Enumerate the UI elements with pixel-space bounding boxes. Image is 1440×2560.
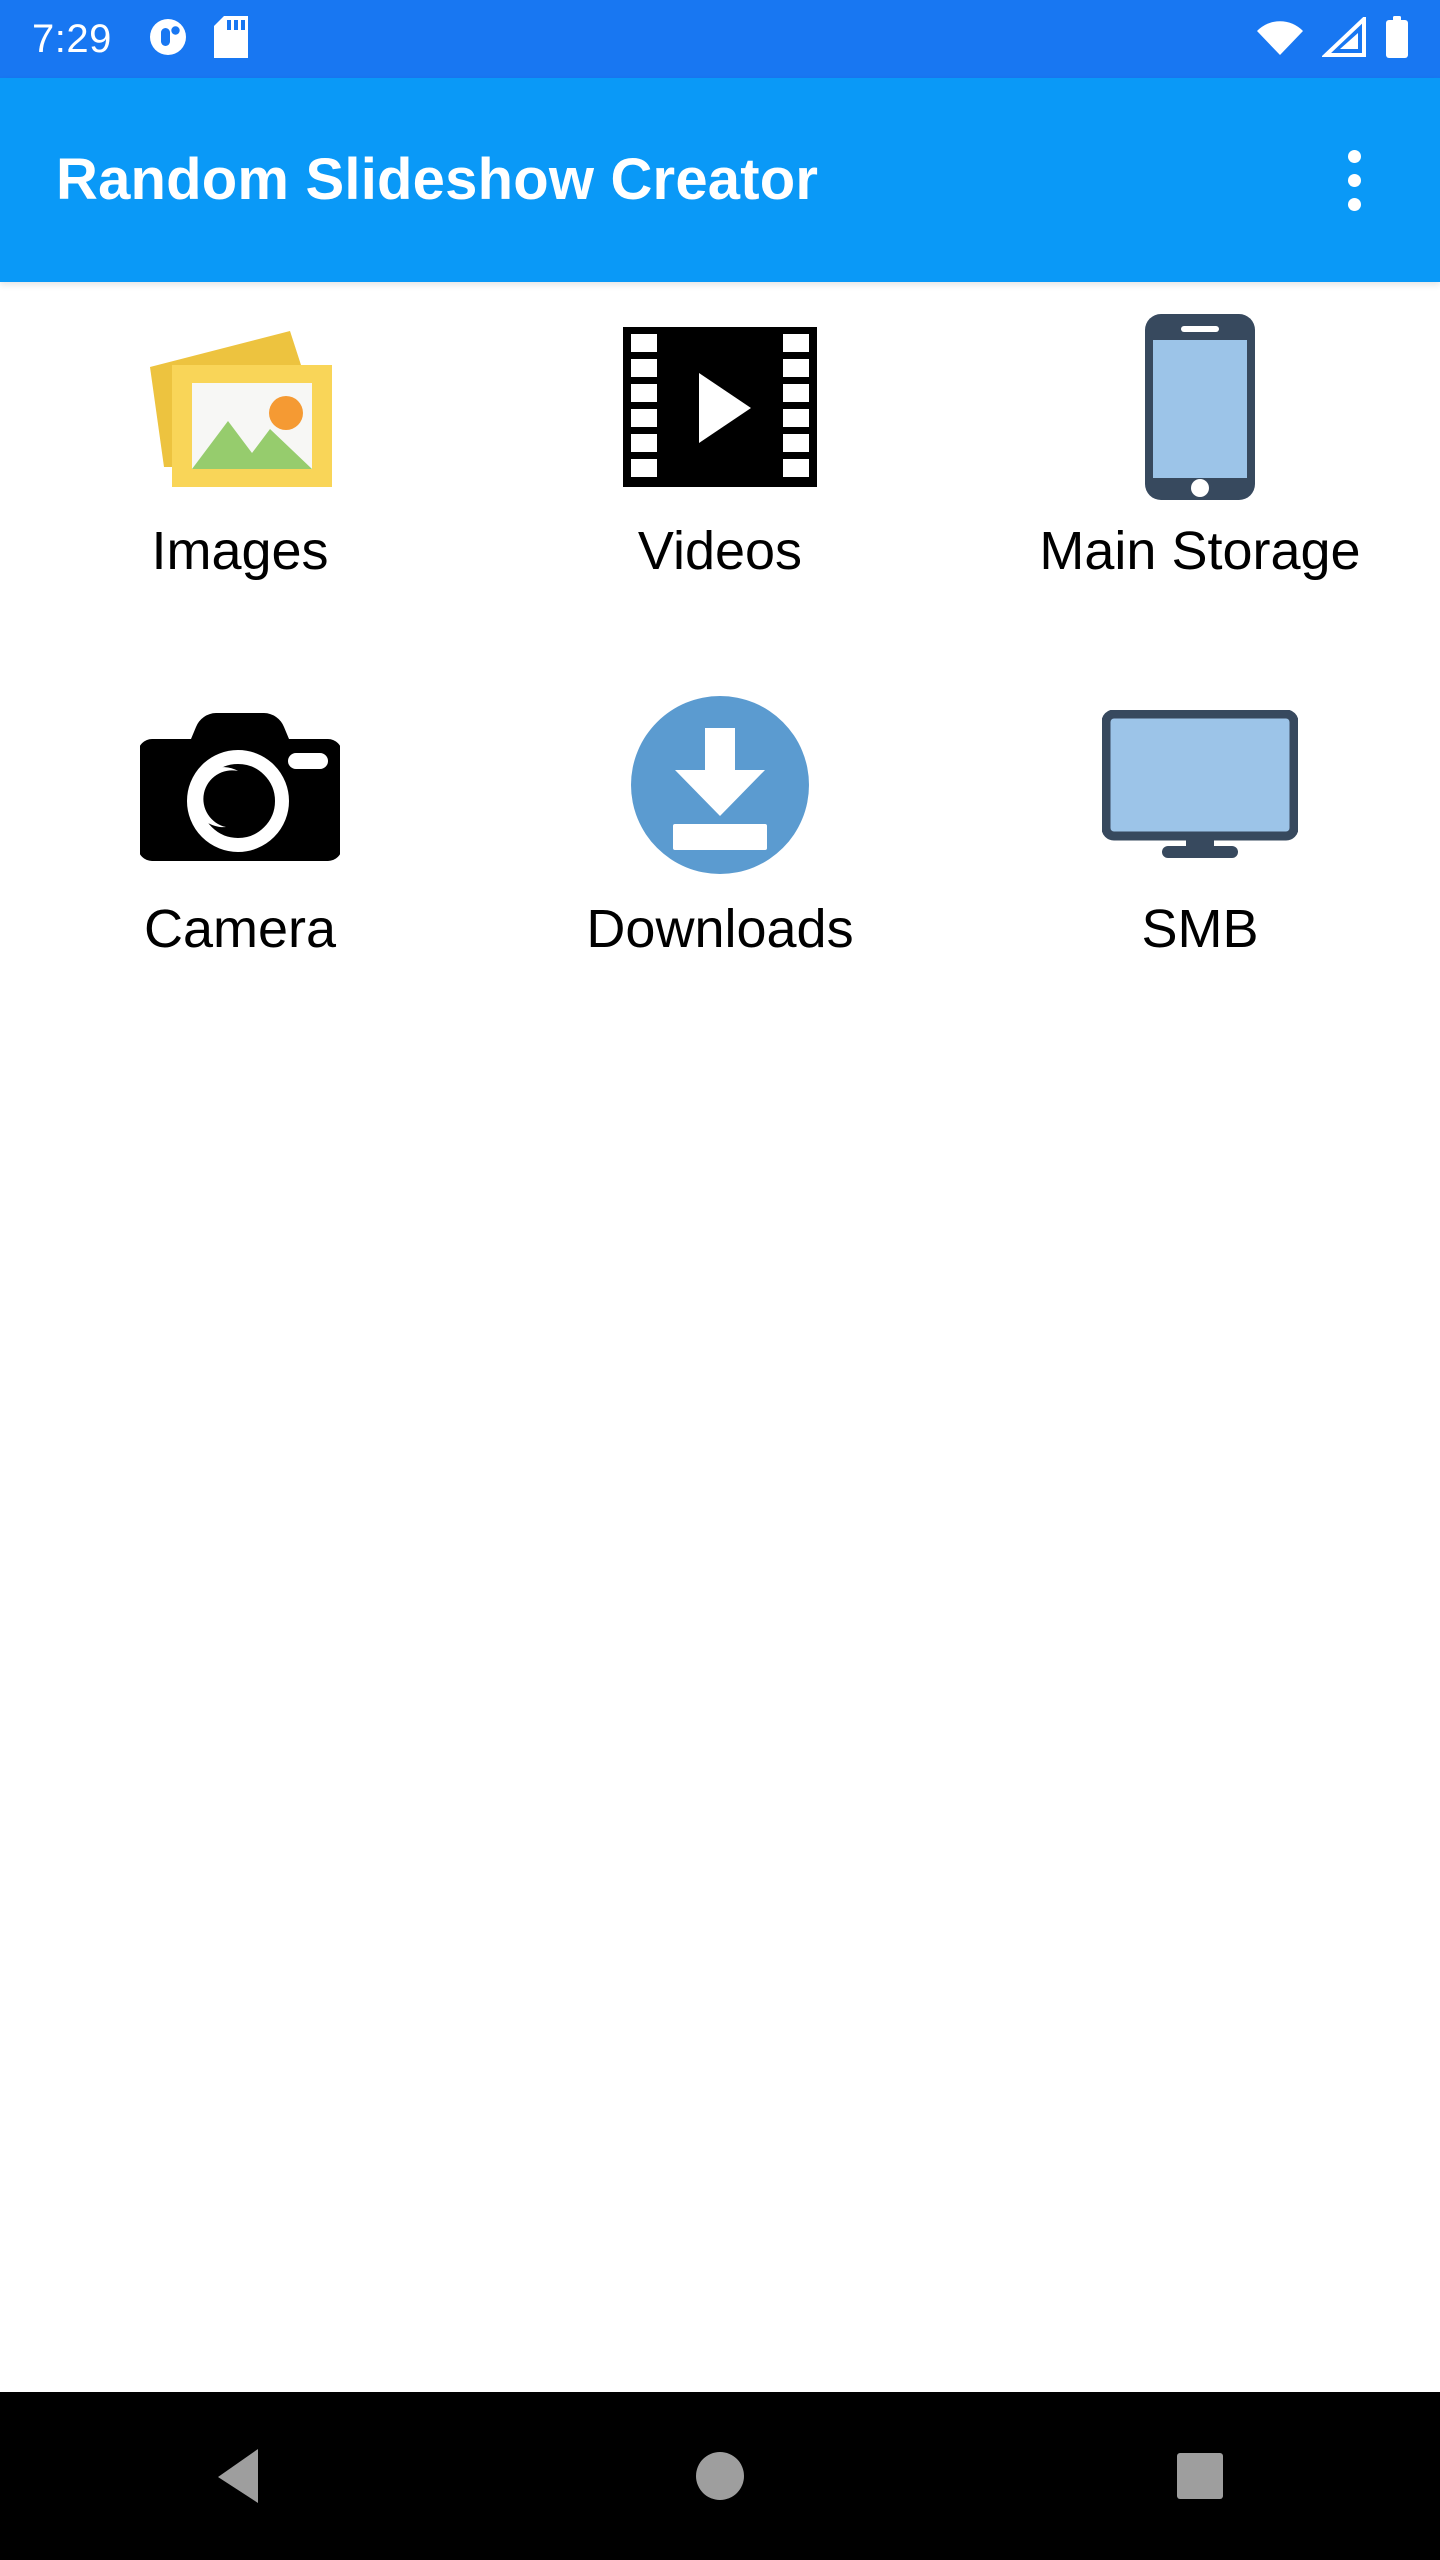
app-bar: Random Slideshow Creator [0, 78, 1440, 282]
battery-icon [1384, 15, 1410, 63]
grid-item-main-storage[interactable]: Main Storage [960, 312, 1440, 690]
grid-item-label: Images [151, 521, 329, 581]
main-content: Images Videos Main Storage Camera Downlo… [0, 282, 1440, 2392]
wifi-icon [1256, 17, 1304, 62]
page-title: Random Slideshow Creator [56, 147, 819, 212]
sd-card-icon [213, 15, 248, 63]
source-grid: Images Videos Main Storage Camera Downlo… [0, 282, 1440, 1068]
app-notification-icon [148, 17, 188, 62]
grid-item-label: Videos [637, 521, 803, 581]
navigation-bar [0, 2392, 1440, 2560]
nav-home-button[interactable] [630, 2392, 810, 2560]
images-icon [0, 312, 480, 502]
download-icon [480, 690, 960, 880]
grid-item-label: Main Storage [1039, 521, 1361, 581]
status-bar: 7:29 [0, 0, 1440, 78]
overflow-dot-icon [1347, 173, 1361, 187]
grid-item-images[interactable]: Images [0, 312, 480, 690]
grid-item-label: SMB [1141, 899, 1259, 959]
camera-icon [0, 690, 480, 880]
status-right-icons [1256, 13, 1410, 63]
overflow-dot-icon [1347, 197, 1361, 211]
home-circle-icon [696, 2452, 744, 2500]
grid-item-camera[interactable]: Camera [0, 690, 480, 1068]
videos-icon [480, 312, 960, 502]
phone-icon [960, 312, 1440, 502]
status-left-icons [148, 15, 248, 63]
grid-item-smb[interactable]: SMB [960, 690, 1440, 1068]
recents-square-icon [1177, 2453, 1223, 2499]
grid-item-label: Camera [143, 899, 337, 959]
overflow-menu-button[interactable] [1306, 132, 1402, 228]
grid-item-label: Downloads [586, 899, 854, 959]
back-triangle-icon [218, 2449, 258, 2503]
cellular-signal-icon [1320, 13, 1366, 62]
overflow-dot-icon [1347, 149, 1361, 163]
monitor-icon [960, 690, 1440, 880]
nav-back-button[interactable] [150, 2392, 330, 2560]
grid-item-downloads[interactable]: Downloads [480, 690, 960, 1068]
status-clock: 7:29 [32, 17, 112, 61]
nav-recents-button[interactable] [1110, 2392, 1290, 2560]
grid-item-videos[interactable]: Videos [480, 312, 960, 690]
